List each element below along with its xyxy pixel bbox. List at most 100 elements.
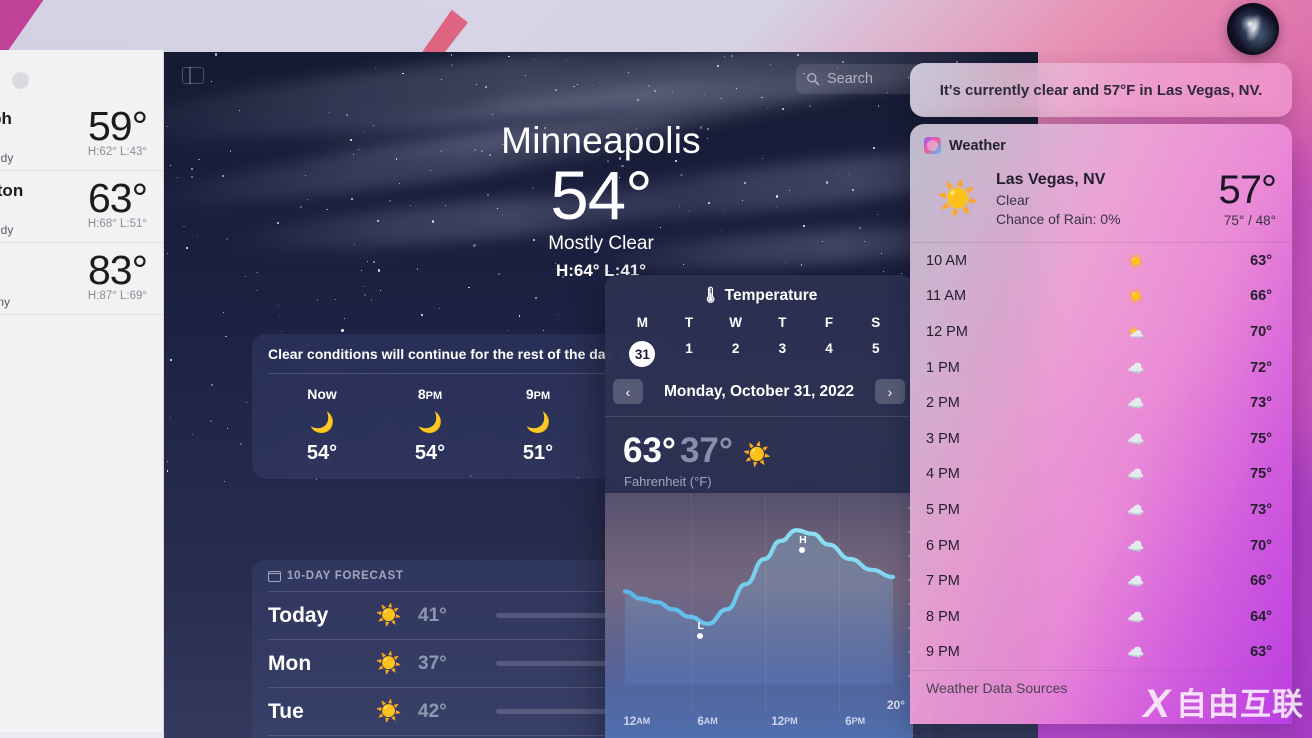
siri-hour-temp: 63° xyxy=(1250,644,1272,661)
sidebar-toggle-icon[interactable] xyxy=(182,67,204,84)
date-cell[interactable]: 31 xyxy=(619,339,666,373)
selected-date-label: Monday, October 31, 2022 xyxy=(663,382,855,400)
star xyxy=(343,317,345,319)
date-cell[interactable]: 5 xyxy=(852,339,899,373)
siri-hourly-row: 11 AM ☀️ 66° xyxy=(910,279,1292,315)
sidebar-city-temp: 83° xyxy=(87,247,148,293)
weather-data-sources-link[interactable]: Weather Data Sources xyxy=(910,670,1292,696)
siri-hour-temp: 75° xyxy=(1250,466,1272,483)
star xyxy=(334,299,337,301)
siri-hour-time: 5 PM xyxy=(926,501,960,518)
siri-hourly-row: 4 PM ☁️ 75° xyxy=(910,457,1292,493)
weather-app-icon xyxy=(924,137,941,154)
sidebar-city-high-low: H:87° L:69° xyxy=(87,290,147,302)
date-cell[interactable]: 1 xyxy=(666,339,713,373)
thermometer-icon: 🌡 xyxy=(700,287,721,304)
temperature-chart: H L 12 AM 6 AM 12 PM 6 PM 20° xyxy=(605,493,913,738)
siri-hour-time: 8 PM xyxy=(926,608,960,625)
popup-unit-label: Fahrenheit (°F) xyxy=(624,474,712,489)
star xyxy=(256,290,258,292)
cloud-icon: ☁️ xyxy=(1127,501,1145,518)
siri-hour-time: 1 PM xyxy=(926,359,960,376)
star xyxy=(374,67,376,69)
siri-hourly-row: 12 PM ⛅ 70° xyxy=(910,314,1292,350)
siri-hourly-row: 2 PM ☁️ 73° xyxy=(910,385,1292,421)
chart-x-tick-label: 6 PM xyxy=(845,716,866,728)
star xyxy=(370,299,373,301)
selected-date[interactable]: 31 xyxy=(629,341,656,367)
star xyxy=(507,329,509,331)
siri-hour-temp: 73° xyxy=(1250,395,1272,412)
chart-x-tick-label: 12 PM xyxy=(771,716,798,728)
star xyxy=(316,299,319,301)
sidebar-city-row[interactable]: ngtonMCloudy63°H:68° L:51° xyxy=(0,171,163,243)
chart-marker-l: L xyxy=(697,620,704,633)
sidebar-city-row[interactable]: olphMCloudy59°H:62° L:43° xyxy=(0,99,163,171)
siri-hour-temp: 70° xyxy=(1250,537,1272,554)
moon-icon: 🌙 xyxy=(417,412,443,434)
siri-location: Las Vegas, NV xyxy=(996,171,1106,188)
cloud-icon: ☁️ xyxy=(1127,608,1145,625)
date-cell[interactable]: 3 xyxy=(759,339,806,373)
desktop-bottom-strip xyxy=(0,732,164,738)
page-title: Minneapolis xyxy=(501,120,701,161)
siri-hour-temp: 63° xyxy=(1250,252,1272,269)
siri-hour-temp: 72° xyxy=(1250,359,1272,376)
siri-hour-time: 11 AM xyxy=(926,288,967,305)
star xyxy=(223,481,225,482)
chart-axis-right-label: 20° xyxy=(886,698,905,712)
siri-weather-card: Weather ☀️ Las Vegas, NV Clear Chance of… xyxy=(910,124,1292,724)
siri-reply-bubble: It's currently clear and 57°F in Las Veg… xyxy=(910,63,1292,117)
siri-card-app-name: Weather xyxy=(949,137,1006,154)
calendar-icon xyxy=(268,570,281,582)
star xyxy=(166,470,169,472)
date-strip[interactable]: 31 1 2 3 4 5 xyxy=(605,339,913,373)
star xyxy=(166,461,168,462)
current-temperature: 54° xyxy=(550,157,652,234)
hourly-time: 8PM xyxy=(417,386,443,402)
next-day-button[interactable]: › xyxy=(875,379,905,404)
siri-temperature: 57° xyxy=(1218,168,1277,212)
sun-icon: ☀️ xyxy=(742,441,772,467)
day-of-week-label: T xyxy=(778,315,787,330)
cloud-icon: ☁️ xyxy=(1127,359,1145,376)
hourly-item[interactable]: 8PM 🌙 54° xyxy=(376,386,484,465)
hourly-item[interactable]: Now 🌙 54° xyxy=(268,386,376,465)
star xyxy=(239,442,242,445)
popup-high: 63° xyxy=(623,431,676,470)
siri-hourly-list: 10 AM ☀️ 63° 11 AM ☀️ 66° 12 PM ⛅ 70° 1 PM ☁️ 72° 2 … xyxy=(910,243,1292,670)
sun-icon: ☀️ xyxy=(1127,252,1145,269)
hourly-item[interactable]: 9PM 🌙 51° xyxy=(484,386,592,465)
star xyxy=(278,314,280,316)
siri-hourly-row: 6 PM ☁️ 70° xyxy=(910,528,1292,564)
siri-orb[interactable] xyxy=(1227,3,1279,55)
star xyxy=(278,305,279,306)
star xyxy=(214,53,217,56)
siri-hour-time: 12 PM xyxy=(926,323,968,340)
siri-hour-time: 7 PM xyxy=(926,573,960,590)
popup-low: 37° xyxy=(679,431,733,470)
siri-hour-temp: 70° xyxy=(1250,323,1272,340)
chart-gridline xyxy=(691,493,693,712)
siri-hour-time: 10 AM xyxy=(926,252,968,269)
siri-hour-temp: 75° xyxy=(1250,430,1272,447)
prev-day-button[interactable]: ‹ xyxy=(613,379,643,404)
siri-hour-time: 2 PM xyxy=(926,395,960,412)
sidebar-city-high-low: H:62° L:43° xyxy=(87,146,147,158)
siri-hourly-row: 3 PM ☁️ 75° xyxy=(910,421,1292,457)
siri-condition: Clear xyxy=(996,192,1030,208)
day-of-week-label: T xyxy=(684,315,694,330)
hourly-temp: 54° xyxy=(414,442,446,464)
cloud-icon: ☁️ xyxy=(1127,644,1145,661)
siri-hourly-row: 10 AM ☀️ 63° xyxy=(910,243,1292,279)
sidebar-city-row[interactable]: doMSunny83°H:87° L:69° xyxy=(0,243,163,315)
date-cell[interactable]: 4 xyxy=(806,339,853,373)
siri-card-header[interactable]: Weather xyxy=(910,124,1292,164)
day-of-week-label: F xyxy=(824,315,834,330)
date-cell[interactable]: 2 xyxy=(712,339,759,373)
star xyxy=(210,80,212,82)
star xyxy=(341,329,344,332)
sidebar-city-temp: 63° xyxy=(87,175,148,221)
star xyxy=(542,329,545,332)
siri-reply-text: It's currently clear and 57°F in Las Veg… xyxy=(939,81,1263,99)
